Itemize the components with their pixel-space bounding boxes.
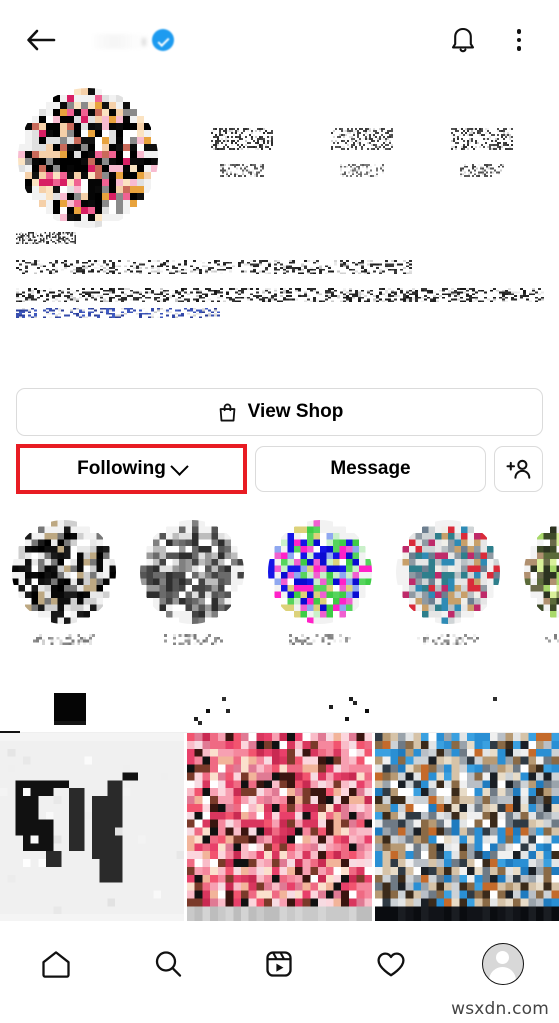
posts-count — [211, 128, 273, 150]
dot-3 — [516, 46, 522, 51]
following-button-highlight: Following — [16, 444, 247, 494]
highlight-item[interactable] — [128, 520, 256, 645]
grid-icon — [49, 689, 90, 729]
highlight-thumbnail — [12, 520, 116, 624]
highlight-thumbnail — [524, 520, 559, 624]
heart-icon — [377, 951, 405, 976]
bio-link[interactable] — [16, 308, 220, 318]
story-highlights-row[interactable] — [0, 520, 559, 650]
display-name — [16, 232, 76, 244]
highlight-label — [417, 634, 479, 645]
shopping-bag-icon — [219, 403, 235, 421]
reels-icon — [266, 950, 293, 977]
tab-reels[interactable] — [140, 686, 280, 732]
highlight-thumbnail — [140, 520, 244, 624]
avatar-icon — [482, 942, 525, 985]
verified-badge-icon — [152, 29, 174, 51]
post-image — [0, 733, 185, 922]
stat-followers[interactable] — [302, 128, 422, 204]
tab-guides[interactable] — [280, 686, 420, 732]
post-thumbnail[interactable] — [0, 733, 185, 922]
options-menu-button[interactable] — [499, 18, 539, 62]
bio-text — [16, 288, 544, 302]
following-button[interactable]: Following — [20, 448, 243, 490]
highlight-thumbnail — [396, 520, 500, 624]
tab-tagged[interactable] — [419, 686, 559, 732]
back-button[interactable] — [18, 20, 64, 60]
highlight-item[interactable] — [512, 520, 559, 645]
dot-1 — [516, 29, 522, 34]
guides-icon — [329, 689, 370, 729]
profile-avatar[interactable] — [18, 88, 158, 228]
highlight-label — [33, 634, 95, 645]
post-image — [187, 733, 372, 922]
profile-tabs — [0, 686, 559, 733]
view-shop-button[interactable]: View Shop — [16, 388, 543, 436]
reels-icon — [189, 689, 230, 729]
followers-label — [340, 164, 384, 177]
arrow-left-icon — [27, 29, 56, 51]
dot-2 — [516, 37, 522, 43]
posts-label — [220, 164, 264, 177]
avatar-image — [18, 88, 158, 228]
highlight-label — [161, 634, 223, 645]
username-text — [92, 33, 150, 49]
nav-reels[interactable] — [224, 934, 336, 994]
chevron-down-icon — [170, 456, 189, 476]
post-image — [374, 733, 559, 922]
nav-home[interactable] — [0, 934, 112, 994]
instagram-profile-screen: View Shop Following Message wsxdn.com — [0, 0, 559, 1023]
stat-following[interactable] — [422, 128, 542, 204]
search-icon — [155, 950, 181, 977]
highlight-item[interactable] — [0, 520, 128, 645]
highlight-item[interactable] — [256, 520, 384, 645]
profile-bio-block — [16, 232, 544, 318]
profile-username-header[interactable] — [92, 22, 392, 58]
highlight-thumbnail — [268, 520, 372, 624]
followers-count — [331, 128, 393, 150]
add-person-button[interactable] — [494, 446, 543, 492]
message-button[interactable]: Message — [255, 446, 486, 492]
tagged-icon — [469, 689, 510, 729]
highlight-item[interactable] — [384, 520, 512, 645]
view-shop-label: View Shop — [247, 401, 344, 422]
bell-icon — [451, 27, 475, 53]
stat-posts[interactable] — [182, 128, 302, 204]
nav-activity[interactable] — [335, 934, 447, 994]
post-thumbnail[interactable] — [187, 733, 372, 922]
watermark: wsxdn.com — [451, 999, 549, 1019]
highlight-label — [289, 634, 351, 645]
following-label: Following — [77, 458, 166, 479]
add-person-icon — [506, 459, 531, 479]
post-thumbnail[interactable] — [374, 733, 559, 922]
highlight-label — [545, 634, 559, 645]
following-label — [460, 164, 504, 177]
profile-category — [16, 260, 412, 274]
home-icon — [42, 950, 70, 978]
nav-profile[interactable] — [447, 934, 559, 994]
tab-grid[interactable] — [0, 686, 140, 732]
top-app-bar — [0, 0, 559, 78]
following-count — [451, 128, 513, 150]
nav-search[interactable] — [112, 934, 224, 994]
notifications-button[interactable] — [441, 18, 485, 62]
profile-stats — [182, 128, 542, 204]
posts-grid — [0, 733, 559, 922]
message-label: Message — [330, 458, 411, 479]
